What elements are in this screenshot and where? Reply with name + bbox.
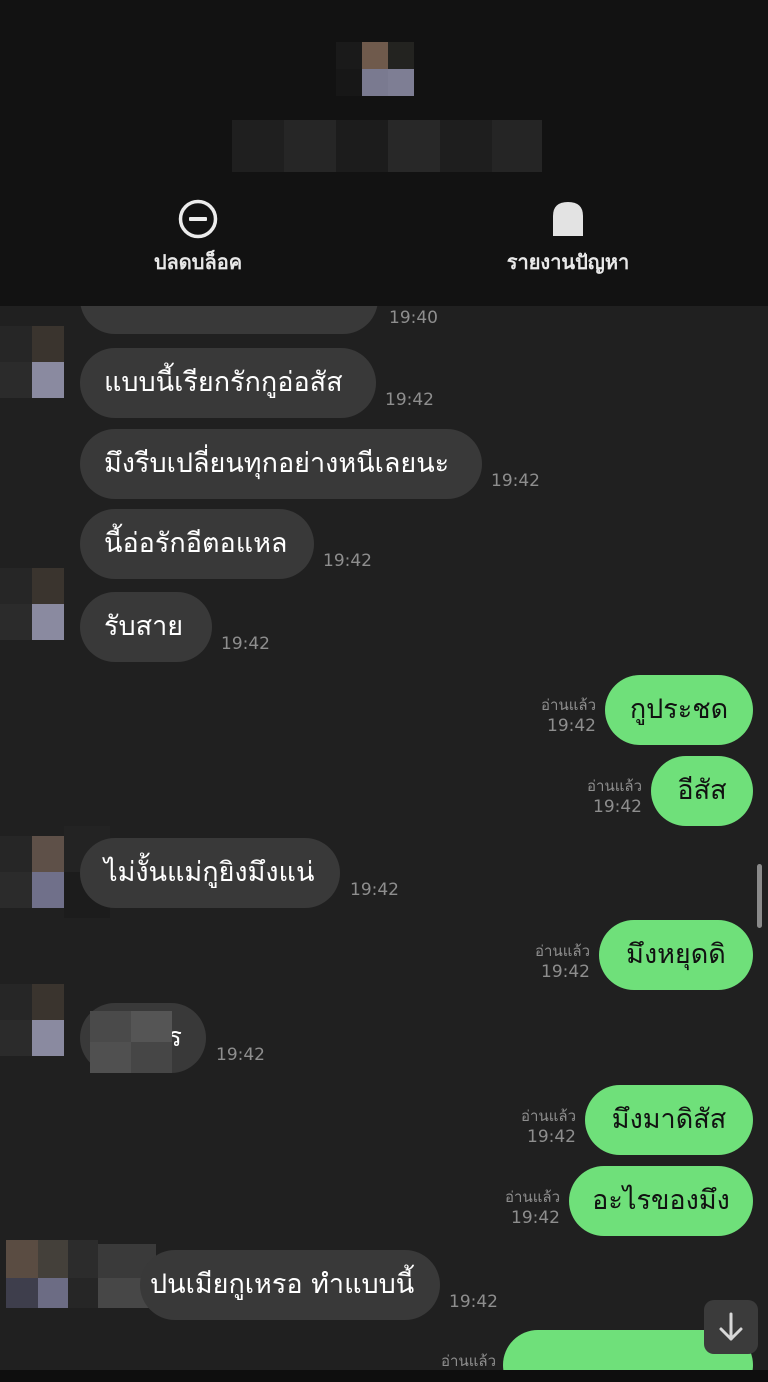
read-receipt: อ่านแล้ว <box>535 942 590 960</box>
message-bubble-incoming[interactable] <box>80 306 378 334</box>
read-receipt: อ่านแล้ว <box>441 1352 496 1370</box>
read-receipt: อ่านแล้ว <box>541 696 596 714</box>
message-bubble-incoming[interactable]: ไม่งั้นแม่กูยิงมึงแน่ <box>80 838 340 908</box>
unblock-label: ปลดบล็อค <box>153 250 243 274</box>
contact-avatar[interactable] <box>336 42 414 96</box>
message-bubble-incoming[interactable]: นี้อ่อรักอีตอแหล <box>80 509 314 579</box>
chat-header: ปลดบล็อค รายงานปัญหา <box>0 0 768 306</box>
message-bubble-incoming[interactable]: มึงรีบเปลี่ยนทุกอย่างหนีเลยนะ <box>80 429 482 499</box>
message-time: 19:42 <box>593 797 642 817</box>
arrow-down-icon <box>719 1312 743 1341</box>
message-time: 19:40 <box>389 308 438 328</box>
report-label: รายงานปัญหา <box>506 250 630 274</box>
message-bubble-incoming[interactable]: ปนเมียกูเหรอ ทำแบบนี้ <box>140 1250 440 1320</box>
message-time: 19:42 <box>323 551 372 571</box>
message-bubble-outgoing[interactable]: มึงหยุดดิ <box>599 920 753 990</box>
message-time: 19:42 <box>385 390 434 410</box>
sender-avatar[interactable] <box>0 568 64 640</box>
message-bubble-outgoing[interactable]: มึงมาดิสัส <box>585 1085 753 1155</box>
contact-name-censored <box>232 120 542 172</box>
scrollbar-thumb[interactable] <box>757 864 762 928</box>
message-list[interactable]: 19:40 แบบนี้เรียกรักกูอ่อสัส 19:42 มึงรี… <box>0 306 768 1370</box>
message-time: 19:42 <box>511 1208 560 1228</box>
censored-text <box>90 1011 172 1073</box>
message-bubble-outgoing[interactable]: อะไรของมึง <box>569 1166 753 1236</box>
read-receipt: อ่านแล้ว <box>521 1107 576 1125</box>
message-time: 19:42 <box>350 880 399 900</box>
message-time: 19:42 <box>221 634 270 654</box>
message-bubble-incoming[interactable]: แบบนี้เรียกรักกูอ่อสัส <box>80 348 376 418</box>
message-time: 19:42 <box>491 471 540 491</box>
message-time: 19:42 <box>527 1127 576 1147</box>
read-receipt: อ่านแล้ว <box>587 777 642 795</box>
report-icon <box>553 202 583 236</box>
minus-circle-icon <box>178 199 218 239</box>
bottom-edge <box>0 1370 768 1382</box>
scroll-to-bottom-button[interactable] <box>704 1300 758 1354</box>
message-time: 19:42 <box>449 1292 498 1312</box>
message-time: 19:42 <box>547 716 596 736</box>
sender-avatar[interactable] <box>6 1240 156 1320</box>
message-bubble-outgoing[interactable]: อีสัส <box>651 756 753 826</box>
report-button[interactable]: รายงานปัญหา <box>468 198 668 278</box>
sender-avatar[interactable] <box>0 984 64 1056</box>
message-time: 19:42 <box>541 962 590 982</box>
read-receipt: อ่านแล้ว <box>505 1188 560 1206</box>
sender-avatar[interactable] <box>0 326 64 398</box>
message-bubble-incoming[interactable]: รับสาย <box>80 592 212 662</box>
unblock-button[interactable]: ปลดบล็อค <box>98 198 298 278</box>
message-time: 19:42 <box>216 1045 265 1065</box>
message-bubble-outgoing[interactable]: กูประชด <box>605 675 753 745</box>
